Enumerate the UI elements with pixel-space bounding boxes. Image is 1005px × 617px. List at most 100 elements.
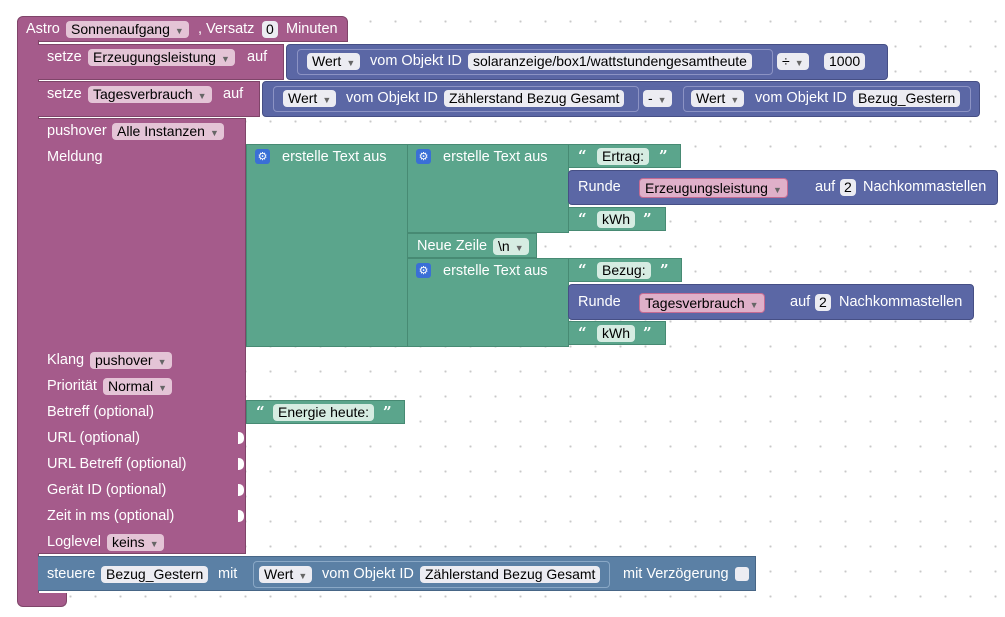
prioritaet-dropdown[interactable]: Normal ▼ (103, 378, 173, 395)
erstelle-text-label: erstelle Text aus (443, 263, 548, 279)
pushover-label: pushover (47, 123, 107, 139)
wert-dropdown[interactable]: Wert ▼ (307, 53, 361, 70)
offset-unit: Minuten (286, 21, 338, 37)
string-bezug-value[interactable]: Bezug: (597, 262, 651, 279)
string-kwh-value[interactable]: kWh (597, 211, 635, 228)
variable-dropdown[interactable]: Tagesverbrauch ▼ (88, 86, 212, 103)
string-betreff-value[interactable]: Energie heute: (273, 404, 375, 421)
open-quote-icon: “ (578, 261, 587, 279)
object-id-field[interactable]: Zählerstand Bezug Gesamt (420, 566, 601, 583)
operator-dropdown[interactable]: ÷ ▼ (777, 53, 809, 70)
neue-zeile-label: Neue Zeile (417, 238, 488, 254)
close-quote-icon: ” (643, 324, 652, 342)
object-id-field[interactable]: Zählerstand Bezug Gesamt (444, 90, 625, 107)
wert-dropdown-2[interactable]: Wert ▼ (691, 90, 745, 107)
open-quote-icon: “ (578, 324, 587, 342)
gear-icon[interactable]: ⚙ (255, 149, 270, 164)
newline-block[interactable]: Neue Zeile \n ▼ (407, 233, 537, 258)
string-bezug[interactable]: “ Bezug: ” (568, 258, 682, 282)
astro-left-spine (17, 40, 39, 600)
string-kwh-2[interactable]: “ kWh ” (568, 321, 666, 345)
astro-event-dropdown[interactable]: Sonnenaufgang ▼ (66, 21, 189, 38)
set-label: setze (47, 49, 82, 65)
zeit-input-socket[interactable] (238, 510, 244, 522)
geraet-input-socket[interactable] (238, 484, 244, 496)
round-block-1[interactable]: Runde Erzeugungsleistung ▼ auf 2 Nachkomm… (568, 170, 998, 205)
loglevel-label: Loglevel (47, 534, 102, 550)
url-label: URL (optional) (47, 430, 140, 446)
open-quote-icon: “ (578, 210, 587, 228)
newline-dropdown[interactable]: \n ▼ (493, 238, 529, 255)
math-divide-block[interactable]: Wert ▼ vom Objekt ID solaranzeige/box1/wa… (286, 44, 888, 80)
control-block[interactable]: steuere Bezug_Gestern mit Wert ▼ vom Obje… (38, 556, 756, 591)
chevron-down-icon: ▼ (657, 95, 667, 105)
chevron-down-icon: ▼ (209, 128, 219, 138)
chevron-down-icon: ▼ (298, 571, 308, 581)
chevron-down-icon: ▼ (794, 58, 804, 68)
astro-event-block[interactable]: Astro Sonnenaufgang ▼ , Versatz 0 Minuten (17, 16, 348, 42)
wert-dropdown[interactable]: Wert ▼ (259, 566, 313, 583)
chevron-down-icon: ▼ (730, 95, 740, 105)
instance-dropdown[interactable]: Alle Instanzen ▼ (112, 123, 224, 140)
gear-icon[interactable]: ⚙ (416, 149, 431, 164)
delay-checkbox[interactable] (735, 567, 749, 581)
operator-dropdown[interactable]: - ▼ (643, 90, 672, 107)
variable-tagesverbrauch-dropdown[interactable]: Tagesverbrauch ▼ (639, 293, 765, 313)
prioritaet-label: Priorität (47, 378, 97, 394)
text-join-bezug[interactable]: ⚙ erstelle Text aus (407, 258, 569, 347)
loglevel-dropdown[interactable]: keins ▼ (107, 534, 164, 551)
wert-dropdown[interactable]: Wert ▼ (283, 90, 337, 107)
url-betreff-label: URL Betreff (optional) (47, 456, 187, 472)
round-block-2[interactable]: Runde Tagesverbrauch ▼ auf 2 Nachkommaste… (568, 284, 974, 320)
zeit-label: Zeit in ms (optional) (47, 508, 175, 524)
auf-label: auf (223, 86, 244, 102)
runde-label: Runde (578, 294, 621, 310)
url-betreff-input-socket[interactable] (238, 458, 244, 470)
erstelle-text-label: erstelle Text aus (282, 149, 387, 165)
string-betreff[interactable]: “ Energie heute: ” (246, 400, 405, 424)
open-quote-icon: “ (578, 147, 587, 165)
vom-objekt-label: vom Objekt ID (346, 90, 438, 106)
string-ertrag-value[interactable]: Ertrag: (597, 148, 650, 165)
close-quote-icon: ” (643, 210, 652, 228)
url-input-socket[interactable] (238, 432, 244, 444)
steuere-label: steuere (47, 566, 96, 582)
close-quote-icon: ” (383, 403, 392, 421)
text-join-ertrag[interactable]: ⚙ erstelle Text aus (407, 144, 569, 233)
nachkomma-label: Nachkommastellen (863, 179, 987, 195)
offset-input[interactable]: 0 (262, 21, 278, 38)
open-quote-icon: “ (256, 403, 265, 421)
decimals-input[interactable]: 2 (840, 179, 856, 196)
object-id-field[interactable]: solaranzeige/box1/wattstundengesamtheute (468, 53, 752, 70)
klang-dropdown[interactable]: pushover ▼ (90, 352, 172, 369)
set-block-erzeugung[interactable]: setze Erzeugungsleistung ▼ auf (38, 44, 284, 80)
object-id-field-2[interactable]: Bezug_Gestern (853, 90, 961, 107)
variable-erzeugung-dropdown[interactable]: Erzeugungsleistung ▼ (639, 178, 788, 198)
chevron-down-icon: ▼ (174, 26, 184, 36)
set-block-tagesverbrauch[interactable]: setze Tagesverbrauch ▼ auf (38, 81, 260, 117)
erstelle-text-label: erstelle Text aus (443, 149, 548, 165)
offset-label: , Versatz (198, 21, 255, 37)
variable-dropdown[interactable]: Erzeugungsleistung ▼ (88, 49, 235, 66)
chevron-down-icon: ▼ (514, 243, 524, 253)
set-label: setze (47, 86, 82, 102)
string-ertrag[interactable]: “ Ertrag: ” (568, 144, 681, 168)
string-kwh-value[interactable]: kWh (597, 325, 635, 342)
mit-label: mit (218, 566, 238, 582)
chevron-down-icon: ▼ (158, 383, 168, 393)
chevron-down-icon: ▼ (157, 357, 167, 367)
auf-label: auf (790, 294, 811, 310)
runde-label: Runde (578, 179, 621, 195)
pushover-block[interactable]: pushover Alle Instanzen ▼ Meldung Klang p… (38, 118, 246, 554)
meldung-label: Meldung (47, 149, 103, 165)
target-object-field[interactable]: Bezug_Gestern (101, 566, 209, 583)
text-join-outer[interactable]: ⚙ erstelle Text aus (246, 144, 408, 347)
math-minus-block[interactable]: Wert ▼ vom Objekt ID Zählerstand Bezug Ge… (262, 81, 980, 117)
chevron-down-icon: ▼ (197, 91, 207, 101)
chevron-down-icon: ▼ (220, 54, 230, 64)
string-kwh-1[interactable]: “ kWh ” (568, 207, 666, 231)
number-input[interactable]: 1000 (824, 53, 866, 70)
vom-objekt-label-2: vom Objekt ID (755, 90, 847, 106)
decimals-input[interactable]: 2 (815, 294, 831, 311)
gear-icon[interactable]: ⚙ (416, 263, 431, 278)
